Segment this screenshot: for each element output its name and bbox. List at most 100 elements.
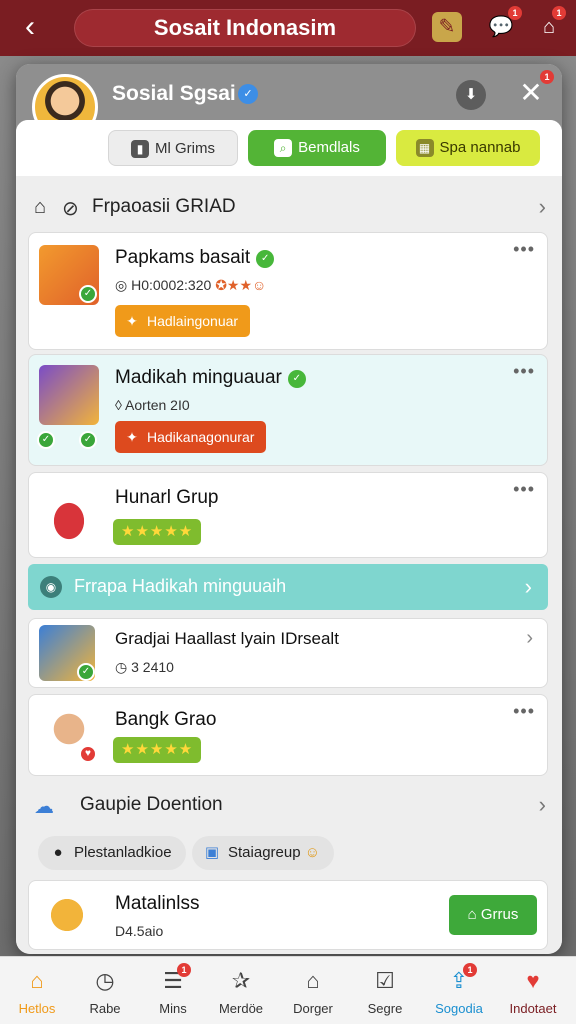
card-subtitle: D4.5aio	[115, 923, 164, 939]
clock-icon: ◊	[115, 397, 126, 413]
list-item[interactable]: Hunarl Grup ★★★★★ •••	[28, 472, 548, 558]
back-arrow-icon[interactable]: ‹	[14, 10, 46, 44]
card-subtitle: ◎ H0:0002:320 ✪★★☺	[115, 277, 267, 293]
verified-check-icon: ✓	[37, 431, 55, 449]
tab-bemdlals[interactable]: ⌕ Bemdlals	[248, 130, 386, 166]
grid-icon: ▦	[415, 139, 434, 158]
search-icon: ⌕	[274, 139, 293, 158]
edit-icon[interactable]: ✎	[432, 12, 462, 42]
camera-icon: ⌂	[467, 906, 481, 923]
modal-title: Sosial Sgsai	[112, 82, 236, 105]
close-badge: 1	[540, 70, 554, 84]
chip-staiagreup[interactable]: ▣ Staiagreup ☺	[192, 836, 335, 870]
section-title: Frpaoasii GRIAD	[92, 196, 236, 217]
nav-item-segre[interactable]: ☑ Segre	[352, 963, 418, 1021]
chat-icon[interactable]: 💬 1	[486, 6, 522, 42]
group-photo: ♥	[39, 705, 99, 765]
list-item[interactable]: ✓ Papkams basait ✓ ◎ H0:0002:320 ✪★★☺ ✦ Ha…	[28, 232, 548, 350]
modal-body: ▮ Ml Grims ⌕ Bemdlals ▦ Spa nannab ⌂ ⊘ Frpa…	[16, 120, 562, 954]
reaction-icons: ✪★★☺	[215, 277, 267, 293]
more-icon[interactable]: •••	[513, 701, 535, 722]
person-icon: ●	[53, 844, 63, 861]
action-pill[interactable]: ✦ Hadikanagonurar	[115, 421, 267, 453]
nav-item-hetlos[interactable]: ⌂ Hetlos	[4, 963, 70, 1021]
chevron-right-icon: ›	[538, 194, 546, 219]
banner-text: Frrapa Hadikah minguuaih	[74, 576, 287, 596]
crown-icon: ✦	[126, 313, 138, 329]
chevron-right-icon: ›	[526, 627, 533, 649]
join-button[interactable]: ⌂ Grrus	[449, 895, 537, 935]
action-pill[interactable]: ✦ Hadlaingonuar	[115, 305, 251, 337]
app-title-pill: Sosait Indonasim	[74, 9, 416, 47]
nav-item-dorger[interactable]: ⌂ Dorger	[280, 963, 346, 1021]
tab-spa-nannab[interactable]: ▦ Spa nannab	[396, 130, 540, 166]
alert-icon[interactable]: ⌂ 1	[534, 6, 566, 42]
badge-icon: ✓	[287, 370, 306, 388]
chevron-right-icon: ›	[524, 574, 532, 599]
section-header-donation[interactable]: ☁ Gaupie Doention ›	[16, 784, 562, 826]
clock-icon: ◷	[115, 659, 132, 675]
promo-banner[interactable]: ◉ Frrapa Hadikah minguuaih ›	[28, 564, 548, 610]
group-photo	[39, 887, 95, 943]
list-icon: ☰ 1	[159, 963, 191, 995]
verified-check-icon: ✓	[77, 663, 95, 681]
chat-icon: ☑	[375, 968, 395, 993]
app-title: Sosait Indonasim	[153, 15, 337, 40]
more-icon[interactable]: •••	[513, 361, 535, 382]
share-icon: ⇪ 1	[445, 963, 477, 995]
card-subtitle: ◊ Aorten 2I0	[115, 397, 190, 413]
clock-icon: ◷	[95, 968, 115, 993]
list-item[interactable]: ♥ Bangk Grao ★★★★★ •••	[28, 694, 548, 776]
tab-ml-grims[interactable]: ▮ Ml Grims	[108, 130, 238, 166]
download-icon[interactable]: ⬇	[456, 80, 486, 110]
cloud-icon: ☁	[34, 796, 54, 818]
verified-icon: ✓	[238, 84, 258, 104]
verified-check-icon: ✓	[79, 285, 97, 303]
home-icon: ⌂	[30, 968, 44, 993]
chip-plestanladkioe[interactable]: ● Plestanladkioe	[38, 836, 186, 870]
rating-stars: ★★★★★	[113, 519, 202, 545]
group-photo: ✓ ✓	[37, 365, 99, 449]
phone-icon: ▮	[131, 140, 149, 159]
list-item[interactable]: ✓ Gradjai Haallast lyain IDrsealt ◷ 3 24…	[28, 618, 548, 688]
home-icon: ⌂	[34, 196, 47, 218]
card-title: Hunarl Grup	[115, 487, 219, 508]
alert-badge: 1	[552, 6, 566, 20]
app-bar: ‹ Sosait Indonasim ✎ 💬 1 ⌂ 1	[0, 0, 576, 56]
group-modal: ✓ Sosial Sgsai ✓ ⬇ ✕ 1 ▮Ml Grims ⌕Bemdla…	[16, 64, 562, 954]
group-photo: ✓	[39, 245, 99, 305]
house-icon: ⌂	[306, 968, 320, 993]
list-item[interactable]: ✓ ✓ Madikah minguauar ✓ ◊ Aorten 2I0 ✦ Had…	[28, 354, 548, 466]
verified-check-icon: ♥	[79, 745, 97, 763]
nav-item-indotaet[interactable]: ♥ Indotaet	[500, 963, 566, 1021]
nav-item-merdoe[interactable]: ✰ Merdöe	[208, 963, 274, 1021]
card-title: Bangk Grao	[115, 709, 217, 730]
group-photo: ✓	[39, 625, 95, 681]
tab-label: Ml Grims	[155, 140, 215, 157]
clock-icon: ◎	[115, 277, 132, 293]
nav-item-rabe[interactable]: ◷ Rabe	[72, 963, 138, 1021]
section-header-groups[interactable]: ⌂ ⊘ Frpaoasii GRIAD ›	[16, 186, 562, 228]
more-icon[interactable]: •••	[513, 239, 535, 260]
tab-bar: ▮ Ml Grims ⌕ Bemdlals ▦ Spa nannab	[16, 120, 562, 176]
verified-check-icon: ✓	[79, 431, 97, 449]
bottom-nav: ⌂ Hetlos ◷ Rabe ☰ 1 Mins ✰ Merdöe ⌂ Dorge…	[0, 956, 576, 1024]
list-item[interactable]: Matalinlss D4.5aio ⌂ Grrus	[28, 880, 548, 950]
more-icon[interactable]: •••	[513, 479, 535, 500]
group-photo	[39, 485, 99, 545]
star-icon: ✰	[231, 968, 251, 993]
folder-icon: ▣	[204, 844, 220, 861]
chat-badge: 1	[508, 6, 522, 20]
tab-label: Bemdlals	[298, 139, 360, 156]
link-icon: ⊘	[62, 198, 79, 220]
card-title: Matalinlss	[115, 893, 200, 914]
nav-item-sogodia[interactable]: ⇪ 1 Sogodia	[426, 963, 492, 1021]
section-title: Gaupie Doention	[80, 794, 223, 815]
card-subtitle: ◷ 3 2410	[115, 659, 174, 675]
card-title: Papkams basait ✓	[115, 247, 275, 269]
nav-item-mins[interactable]: ☰ 1 Mins	[140, 963, 206, 1021]
card-title: Gradjai Haallast lyain IDrsealt	[115, 629, 339, 648]
card-title: Madikah minguauar ✓	[115, 367, 306, 389]
tab-label: Spa nannab	[439, 139, 521, 156]
badge-icon: ✓	[256, 250, 275, 268]
